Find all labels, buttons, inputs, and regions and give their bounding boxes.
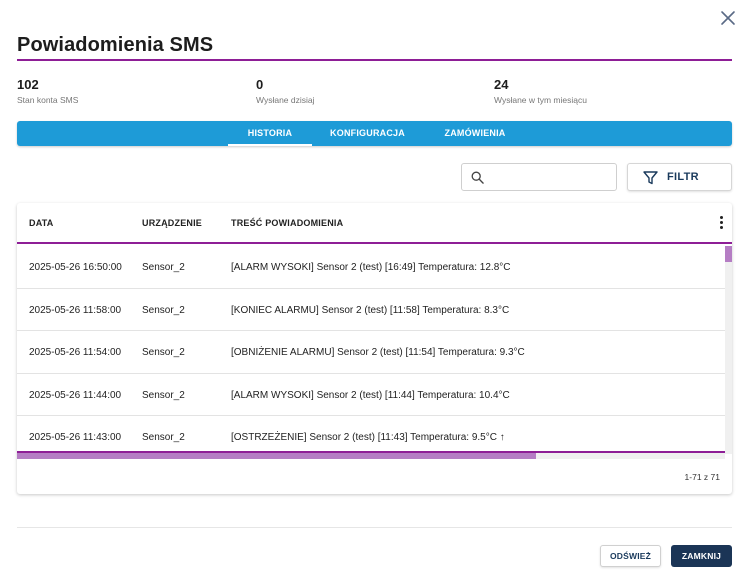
horizontal-scrollbar[interactable] <box>17 451 725 459</box>
table-row[interactable]: 2025-05-26 11:43:00 Sensor_2 [OSTRZEŻENI… <box>17 416 725 454</box>
stat-label: Wysłane dzisiaj <box>256 95 315 105</box>
tab-zamowienia[interactable]: ZAMÓWIENIA <box>425 121 525 146</box>
close-icon[interactable] <box>718 8 738 28</box>
table-row[interactable]: 2025-05-26 16:50:00 Sensor_2 [ALARM WYSO… <box>17 246 725 289</box>
filter-button-label: FILTR <box>667 171 699 183</box>
title-divider <box>17 59 732 61</box>
cell-date: 2025-05-26 16:50:00 <box>29 262 122 273</box>
refresh-button[interactable]: ODŚWIEŻ <box>600 545 661 567</box>
table-row[interactable]: 2025-05-26 11:44:00 Sensor_2 [ALARM WYSO… <box>17 374 725 416</box>
table-body: 2025-05-26 16:50:00 Sensor_2 [ALARM WYSO… <box>17 246 725 454</box>
search-input[interactable] <box>490 168 610 186</box>
filter-button[interactable]: FILTR <box>627 163 732 191</box>
vertical-scrollbar-thumb[interactable] <box>725 246 732 262</box>
cell-device: Sensor_2 <box>142 389 185 401</box>
cell-content: [OSTRZEŻENIE] Sensor 2 (test) [11:43] Te… <box>231 432 505 443</box>
table-row[interactable]: 2025-05-26 11:58:00 Sensor_2 [KONIEC ALA… <box>17 289 725 331</box>
search-field[interactable] <box>461 163 617 191</box>
stat-label: Wysłane w tym miesiącu <box>494 95 587 105</box>
tab-bar: HISTORIA KONFIGURACJA ZAMÓWIENIA <box>17 121 732 146</box>
sms-notifications-dialog: Powiadomienia SMS 102 Stan konta SMS 0 W… <box>0 0 750 585</box>
cell-date: 2025-05-26 11:58:00 <box>29 304 122 316</box>
stat-value: 0 <box>256 77 264 92</box>
column-header-device[interactable]: URZĄDZENIE <box>142 218 202 228</box>
cell-device: Sensor_2 <box>142 432 185 443</box>
footer-divider <box>17 527 732 528</box>
stat-sent-today: 0 Wysłane dzisiaj <box>256 77 315 105</box>
cell-content: [OBNIŻENIE ALARMU] Sensor 2 (test) [11:5… <box>231 347 525 358</box>
column-header-content[interactable]: TREŚĆ POWIADOMIENIA <box>231 218 343 228</box>
table-row[interactable]: 2025-05-26 11:54:00 Sensor_2 [OBNIŻENIE … <box>17 331 725 374</box>
notifications-table: DATA URZĄDZENIE TREŚĆ POWIADOMIENIA 2025… <box>17 203 732 494</box>
tab-konfiguracja[interactable]: KONFIGURACJA <box>320 121 415 146</box>
column-header-date[interactable]: DATA <box>29 218 53 228</box>
close-button[interactable]: ZAMKNIJ <box>671 545 732 567</box>
cell-date: 2025-05-26 11:54:00 <box>29 347 122 358</box>
stat-sms-balance: 102 Stan konta SMS <box>17 77 78 105</box>
cell-device: Sensor_2 <box>142 304 185 316</box>
cell-device: Sensor_2 <box>142 347 185 358</box>
stat-value: 102 <box>17 77 39 92</box>
cell-content: [ALARM WYSOKI] Sensor 2 (test) [11:44] T… <box>231 389 510 401</box>
vertical-scrollbar[interactable] <box>725 246 732 454</box>
cell-content: [ALARM WYSOKI] Sensor 2 (test) [16:49] T… <box>231 262 511 273</box>
table-header: DATA URZĄDZENIE TREŚĆ POWIADOMIENIA <box>17 203 732 244</box>
cell-date: 2025-05-26 11:43:00 <box>29 432 122 443</box>
search-icon <box>471 171 484 184</box>
stat-sent-this-month: 24 Wysłane w tym miesiącu <box>494 77 587 105</box>
horizontal-scrollbar-thumb[interactable] <box>17 453 536 459</box>
stat-value: 24 <box>494 77 509 92</box>
dialog-title: Powiadomienia SMS <box>17 34 214 56</box>
cell-device: Sensor_2 <box>142 262 185 273</box>
cell-date: 2025-05-26 11:44:00 <box>29 389 122 401</box>
more-vertical-icon[interactable] <box>717 216 725 230</box>
tab-historia[interactable]: HISTORIA <box>228 121 312 146</box>
pagination-range: 1-71 z 71 <box>684 472 720 482</box>
cell-content: [KONIEC ALARMU] Sensor 2 (test) [11:58] … <box>231 304 510 316</box>
filter-icon <box>643 171 658 185</box>
stat-label: Stan konta SMS <box>17 95 79 105</box>
